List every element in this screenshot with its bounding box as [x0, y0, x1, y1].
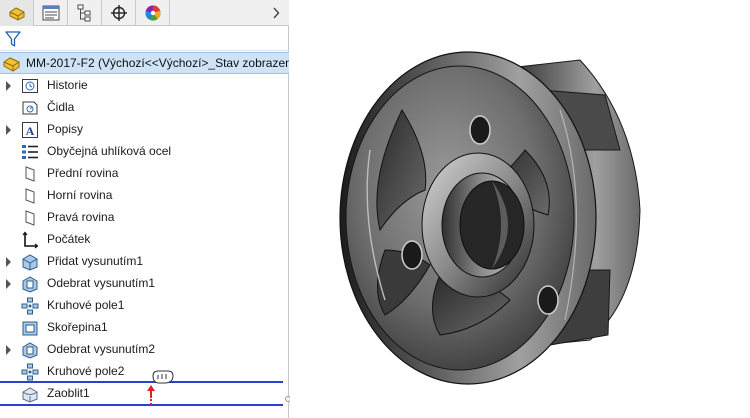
- filter-icon: [5, 31, 21, 47]
- tree-item-shell1[interactable]: Skořepina1: [0, 317, 289, 339]
- tree-item-label: Čidla: [47, 100, 75, 114]
- displaymanager-tab[interactable]: [136, 0, 170, 26]
- tree-item-label: Popisy: [47, 122, 84, 136]
- svg-text:A: A: [26, 124, 35, 138]
- extrude-boss-icon: [22, 254, 38, 271]
- configurationmanager-icon: [77, 4, 90, 22]
- origin-icon: [22, 231, 39, 249]
- tree-item-label: Skořepina1: [47, 320, 108, 334]
- plane-icon: [25, 166, 35, 182]
- tree-item-popisy[interactable]: A Popisy: [0, 119, 289, 141]
- extrude-cut-icon: [22, 276, 38, 293]
- featuremanager-tab[interactable]: [0, 0, 34, 26]
- extrude-cut-icon: [22, 342, 38, 359]
- rollback-bar-bottom[interactable]: [0, 404, 283, 406]
- expand-arrow-icon[interactable]: [5, 125, 13, 135]
- tree-item-label: Obyčejná uhlíková ocel: [47, 144, 172, 158]
- part-icon: [3, 55, 21, 73]
- tree-item-circular-pattern1[interactable]: Kruhové pole1: [0, 295, 289, 317]
- fillet-icon: [22, 387, 38, 403]
- dimxpertmanager-tab[interactable]: [102, 0, 136, 26]
- annotation-icon: A: [22, 122, 38, 138]
- featuremanager-panel: MM-2017-F2 (Výchozí<<Výchozí>_Stav zobra…: [0, 0, 291, 418]
- manager-tab-bar: [0, 0, 289, 26]
- tree-item-cut-extrude2[interactable]: Odebrat vysunutím2: [0, 339, 289, 361]
- tree-item-label: Kruhové pole2: [47, 364, 125, 378]
- tree-item-label: Kruhové pole1: [47, 298, 125, 312]
- more-tabs-button[interactable]: [269, 4, 283, 22]
- expand-arrow-icon[interactable]: [5, 81, 13, 91]
- tree-item-label: Přidat vysunutím1: [47, 254, 144, 268]
- tree-filter-bar: [0, 27, 289, 51]
- tree-item-top-plane[interactable]: Horní rovina: [0, 185, 289, 207]
- sensor-icon: [22, 101, 38, 115]
- tree-item-label: Přední rovina: [47, 166, 119, 180]
- tree-item-label: Odebrat vysunutím1: [47, 276, 156, 290]
- material-icon: [22, 145, 38, 159]
- tree-item-front-plane[interactable]: Přední rovina: [0, 163, 289, 185]
- filter-button[interactable]: [5, 30, 21, 51]
- tree-item-right-plane[interactable]: Pravá rovina: [0, 207, 289, 229]
- tree-item-circular-pattern2[interactable]: Kruhové pole2: [0, 361, 289, 383]
- tree-item-label: Horní rovina: [47, 188, 113, 202]
- crosshair-icon: [110, 5, 127, 21]
- tree-item-historie[interactable]: Historie: [0, 75, 289, 97]
- chevron-right-icon: [273, 7, 280, 19]
- circular-pattern-icon: [21, 363, 39, 381]
- color-wheel-icon: [144, 5, 161, 21]
- tree-item-label: Odebrat vysunutím2: [47, 342, 156, 356]
- rollback-arrow-icon: [147, 385, 155, 405]
- part-name-label: MM-2017-F2 (Výchozí<<Výchozí>_Stav zobra…: [26, 56, 289, 70]
- tree-item-label: Historie: [47, 78, 88, 92]
- circular-pattern-icon: [21, 297, 39, 315]
- tree-item-boss-extrude1[interactable]: Přidat vysunutím1: [0, 251, 289, 273]
- shell-icon: [22, 321, 38, 336]
- propertymanager-tab[interactable]: [34, 0, 68, 26]
- tree-item-material[interactable]: Obyčejná uhlíková ocel: [0, 141, 289, 163]
- propertymanager-icon: [42, 5, 59, 21]
- tree-item-cut-extrude1[interactable]: Odebrat vysunutím1: [0, 273, 289, 295]
- graphics-area[interactable]: [290, 0, 750, 418]
- expand-arrow-icon[interactable]: [5, 345, 13, 355]
- featuremanager-icon: [9, 7, 24, 21]
- plane-icon: [25, 188, 35, 204]
- configurationmanager-tab[interactable]: [68, 0, 102, 26]
- part-3d-model[interactable]: [290, 0, 750, 418]
- tree-item-label: Zaoblit1: [47, 386, 90, 400]
- tree-item-fillet1[interactable]: Zaoblit1: [0, 383, 289, 405]
- plane-icon: [25, 210, 35, 226]
- tree-item-cidla[interactable]: Čidla: [0, 97, 289, 119]
- expand-arrow-icon[interactable]: [5, 257, 13, 267]
- tree-item-origin[interactable]: Počátek: [0, 229, 289, 251]
- tree-root-part[interactable]: MM-2017-F2 (Výchozí<<Výchozí>_Stav zobra…: [0, 52, 289, 74]
- history-icon: [22, 79, 38, 93]
- tree-item-label: Počátek: [47, 232, 91, 246]
- expand-arrow-icon[interactable]: [5, 279, 13, 289]
- tree-item-label: Pravá rovina: [47, 210, 115, 224]
